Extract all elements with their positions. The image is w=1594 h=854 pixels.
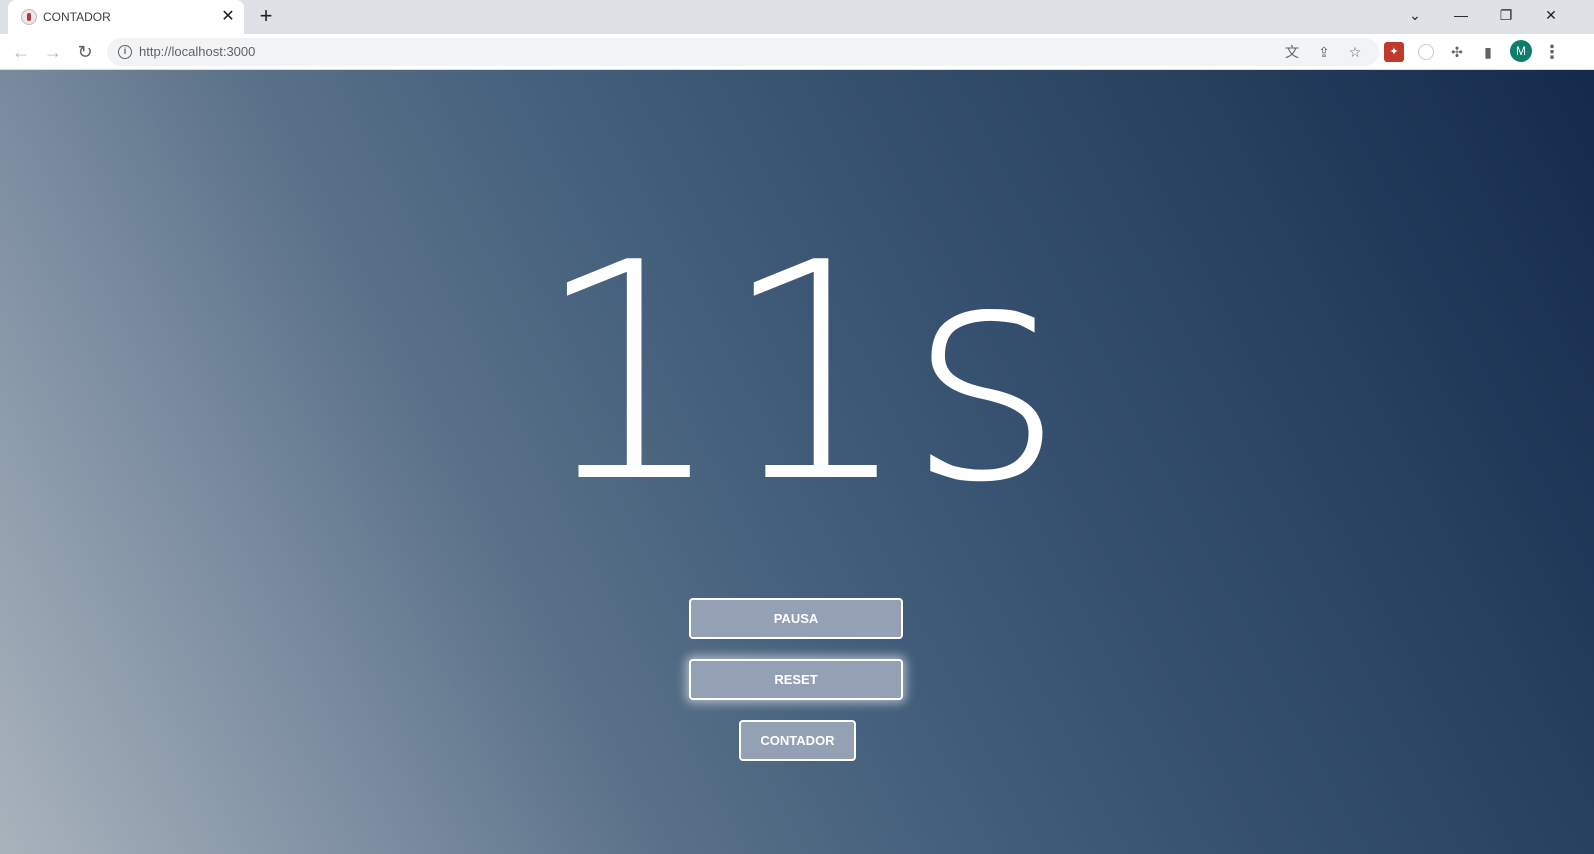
extension-red-icon[interactable]: ✦ — [1384, 42, 1404, 62]
counter-display: 11s — [533, 199, 1064, 548]
address-bar[interactable]: i http://localhost:3000 文 ⇪ ☆ — [107, 38, 1379, 66]
forward-arrow-icon[interactable]: → — [41, 40, 65, 64]
restore-window-icon[interactable]: ❐ — [1491, 4, 1521, 26]
minimize-window-icon[interactable]: — — [1446, 4, 1476, 26]
tab-search-chevron-icon[interactable]: ⌄ — [1400, 4, 1430, 26]
app-favicon-icon — [21, 9, 37, 25]
site-info-icon[interactable]: i — [118, 45, 132, 59]
browser-menu-icon[interactable]: ⋮ — [1542, 40, 1562, 64]
browser-tabstrip: CONTADOR ✕ + ⌄ — ❐ ✕ — [0, 0, 1594, 34]
extensions-puzzle-icon[interactable]: ✣ — [1447, 42, 1467, 62]
reset-button[interactable]: RESET — [689, 659, 903, 700]
counter-button[interactable]: CONTADOR — [739, 720, 856, 761]
translate-icon[interactable]: 文 — [1282, 42, 1302, 62]
share-icon[interactable]: ⇪ — [1314, 42, 1334, 62]
new-tab-icon[interactable]: + — [254, 5, 278, 29]
reload-icon[interactable]: ↻ — [73, 40, 97, 64]
profile-avatar[interactable]: M — [1510, 40, 1532, 62]
close-tab-icon[interactable]: ✕ — [218, 7, 238, 27]
tab-title: CONTADOR — [43, 10, 111, 24]
close-window-icon[interactable]: ✕ — [1536, 4, 1566, 26]
side-panel-icon[interactable]: ▮ — [1478, 42, 1498, 62]
page-viewport: 11s PAUSA RESET CONTADOR — [0, 70, 1594, 854]
extension-circle-icon[interactable] — [1418, 44, 1434, 60]
pause-button[interactable]: PAUSA — [689, 598, 903, 639]
browser-toolbar: ← → ↻ i http://localhost:3000 文 ⇪ ☆ ✦ ✣ … — [0, 34, 1594, 70]
url-text[interactable]: http://localhost:3000 — [139, 44, 255, 59]
bookmark-star-icon[interactable]: ☆ — [1345, 42, 1365, 62]
browser-tab[interactable]: CONTADOR ✕ — [8, 0, 244, 34]
back-arrow-icon[interactable]: ← — [9, 40, 33, 64]
